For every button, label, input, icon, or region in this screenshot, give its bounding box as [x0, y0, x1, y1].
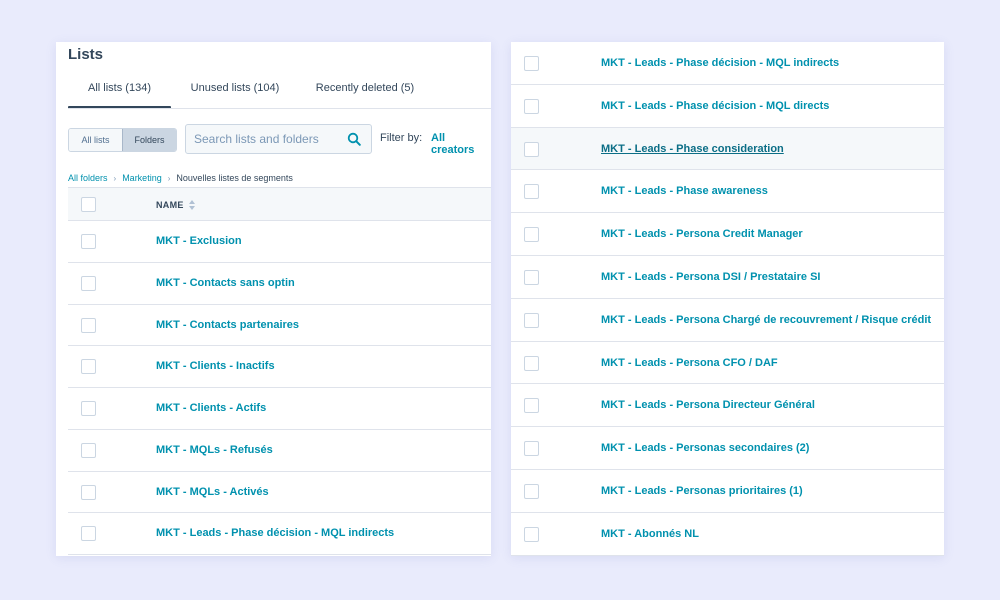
row-checkbox[interactable]	[524, 141, 539, 157]
list-name-link[interactable]: MKT - Abonnés NL	[601, 528, 699, 540]
chevron-right-icon: ›	[167, 173, 171, 183]
tab-recently-deleted[interactable]: Recently deleted (5)	[304, 82, 426, 109]
list-name-link[interactable]: MKT - Leads - Phase consideration	[601, 143, 784, 155]
row-checkbox[interactable]	[81, 359, 96, 375]
tab-unused-lists[interactable]: Unused lists (104)	[179, 82, 291, 109]
row-checkbox[interactable]	[524, 483, 539, 499]
list-name-link[interactable]: MKT - Contacts partenaires	[156, 319, 299, 331]
lists-panel: Lists All lists (134) Unused lists (104)…	[56, 42, 491, 556]
breadcrumb-current: Nouvelles listes de segments	[176, 173, 293, 183]
table-row: MKT - Clients - Inactifs	[68, 346, 491, 388]
table-row: MKT - Abonnés NL	[511, 513, 944, 556]
table-row: MKT - Leads - Persona Credit Manager	[511, 213, 944, 256]
table-row: MKT - Leads - Phase décision - MQL indir…	[68, 513, 491, 555]
search-input[interactable]	[194, 132, 344, 146]
row-checkbox[interactable]	[524, 227, 539, 243]
table-row: MKT - Leads - Phase décision - MQL direc…	[511, 85, 944, 128]
row-checkbox[interactable]	[524, 98, 539, 114]
row-checkbox[interactable]	[524, 441, 539, 457]
table-row: MKT - Leads - Phase décision - MQL indir…	[511, 42, 944, 85]
table-row: MKT - Leads - Persona DSI / Prestataire …	[511, 256, 944, 299]
list-name-link[interactable]: MKT - Leads - Phase awareness	[601, 185, 768, 197]
name-column-label: NAME	[156, 200, 184, 210]
row-checkbox[interactable]	[81, 401, 96, 416]
table-row: MKT - MQLs - Refusés	[68, 430, 491, 472]
list-name-link[interactable]: MKT - Leads - Persona Chargé de recouvre…	[601, 314, 931, 326]
row-checkbox[interactable]	[524, 56, 539, 71]
sort-icon[interactable]	[188, 200, 195, 210]
all-lists-toggle-button[interactable]: All lists	[69, 129, 122, 151]
row-checkbox[interactable]	[524, 398, 539, 414]
list-name-link[interactable]: MKT - Leads - Persona Directeur Général	[601, 399, 815, 411]
list-name-link[interactable]: MKT - Leads - Persona CFO / DAF	[601, 357, 778, 369]
tabs-divider	[68, 108, 491, 109]
list-name-link[interactable]: MKT - Leads - Phase décision - MQL direc…	[601, 100, 829, 112]
list-name-link[interactable]: MKT - Leads - Phase décision - MQL indir…	[601, 57, 839, 69]
row-checkbox[interactable]	[524, 526, 539, 542]
search-box	[185, 124, 372, 154]
lists-continuation-panel: MKT - Leads - Phase décision - MQL indir…	[511, 42, 944, 556]
table-row: MKT - Contacts partenaires	[68, 305, 491, 347]
row-checkbox[interactable]	[81, 484, 96, 500]
list-name-link[interactable]: MKT - Clients - Actifs	[156, 402, 266, 414]
row-checkbox[interactable]	[524, 355, 539, 371]
row-checkbox[interactable]	[524, 312, 539, 328]
table-row: MKT - Clients - Actifs	[68, 388, 491, 430]
table-row: MKT - Leads - Persona CFO / DAF	[511, 342, 944, 385]
list-name-link[interactable]: MKT - MQLs - Refusés	[156, 444, 273, 456]
list-name-link[interactable]: MKT - Leads - Personas secondaires (2)	[601, 442, 809, 454]
table-row: MKT - Leads - Personas prioritaires (1)	[511, 470, 944, 513]
row-checkbox[interactable]	[81, 275, 96, 291]
tab-all-lists[interactable]: All lists (134)	[68, 82, 171, 109]
lists-table-body: MKT - Exclusion MKT - Contacts sans opti…	[68, 221, 491, 555]
table-header: NAME	[68, 187, 491, 221]
lists-table-body-continued: MKT - Leads - Phase décision - MQL indir…	[511, 42, 944, 556]
breadcrumb-marketing[interactable]: Marketing	[122, 173, 162, 183]
list-name-link[interactable]: MKT - Leads - Persona Credit Manager	[601, 228, 803, 240]
list-name-link[interactable]: MKT - Leads - Personas prioritaires (1)	[601, 485, 803, 497]
select-all-checkbox[interactable]	[81, 197, 96, 212]
table-row: MKT - Leads - Persona Directeur Général	[511, 384, 944, 428]
table-row: MKT - Leads - Personas secondaires (2)	[511, 427, 944, 470]
chevron-right-icon: ›	[113, 173, 117, 183]
row-checkbox[interactable]	[81, 526, 96, 542]
page-title: Lists	[68, 46, 104, 63]
row-checkbox[interactable]	[81, 317, 96, 333]
breadcrumb: All folders › Marketing › Nouvelles list…	[68, 173, 293, 183]
filter-label: Filter by:	[380, 132, 423, 144]
search-icon[interactable]	[347, 132, 361, 151]
table-row-hovered: MKT - Leads - Phase consideration	[511, 127, 944, 171]
table-row: MKT - MQLs - Activés	[68, 472, 491, 514]
row-checkbox[interactable]	[81, 442, 96, 458]
tabs-bar: All lists (134) Unused lists (104) Recen…	[68, 82, 491, 109]
name-column-header[interactable]: NAME	[156, 200, 195, 210]
breadcrumb-all-folders[interactable]: All folders	[68, 173, 108, 183]
filter-creators-dropdown[interactable]: All creators	[431, 132, 491, 156]
list-name-link[interactable]: MKT - Leads - Phase décision - MQL indir…	[156, 527, 394, 539]
table-row: MKT - Leads - Persona Chargé de recouvre…	[511, 299, 944, 342]
table-row: MKT - Exclusion	[68, 221, 491, 263]
table-row: MKT - Leads - Phase awareness	[511, 170, 944, 214]
list-name-link[interactable]: MKT - Clients - Inactifs	[156, 360, 275, 372]
row-checkbox[interactable]	[81, 234, 96, 249]
list-name-link[interactable]: MKT - Contacts sans optin	[156, 277, 295, 289]
list-name-link[interactable]: MKT - Exclusion	[156, 235, 242, 247]
folders-toggle-button[interactable]: Folders	[122, 129, 176, 151]
row-checkbox[interactable]	[524, 184, 539, 200]
table-row: MKT - Contacts sans optin	[68, 263, 491, 305]
view-toggle: All lists Folders	[68, 128, 177, 152]
list-name-link[interactable]: MKT - Leads - Persona DSI / Prestataire …	[601, 271, 820, 283]
row-checkbox[interactable]	[524, 269, 539, 285]
list-name-link[interactable]: MKT - MQLs - Activés	[156, 486, 269, 498]
